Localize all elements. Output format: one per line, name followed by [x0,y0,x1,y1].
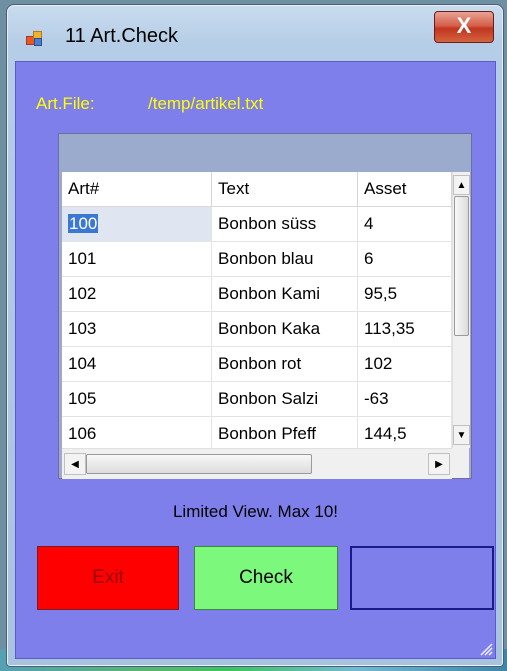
article-grid[interactable]: Art# Text Asset 100 Bonbon süss 4 101 Bonbon… [58,133,472,479]
text-cell[interactable]: Bonbon Pfeff [212,417,358,451]
arrow-right-icon[interactable]: ▶ [428,453,450,475]
arrow-down-icon[interactable]: ▼ [453,425,470,445]
scrollbar-corner [452,448,469,478]
art-number-cell[interactable]: 104 [62,347,212,381]
text-cell[interactable]: Bonbon blau [212,242,358,276]
close-button[interactable]: X [434,11,494,43]
text-cell[interactable]: Bonbon Kami [212,277,358,311]
column-header-art[interactable]: Art# [62,172,212,206]
horizontal-scroll-thumb[interactable] [86,454,312,474]
art-number-cell[interactable]: 105 [62,382,212,416]
vertical-scroll-thumb[interactable] [454,196,469,336]
asset-cell[interactable]: 95,5 [358,277,452,311]
table-row[interactable]: 104 Bonbon rot 102 [62,347,452,382]
horizontal-scrollbar[interactable]: ◀ ▶ [62,448,452,479]
art-number-cell[interactable]: 101 [62,242,212,276]
text-cell[interactable]: Bonbon süss [212,207,358,241]
art-file-label: Art.File: [36,94,95,113]
asset-cell[interactable]: 144,5 [358,417,452,451]
art-number-cell[interactable]: 106 [62,417,212,451]
asset-cell[interactable]: 102 [358,347,452,381]
form-client-area: Art.File: /temp/artikel.txt Art# Text As… [15,61,496,659]
art-file-path: /temp/artikel.txt [148,94,264,113]
table-row[interactable]: 103 Bonbon Kaka 113,35 [62,312,452,347]
exit-button[interactable]: Exit [37,546,179,610]
window-title: 11 Art.Check [65,25,179,47]
grid-caption-bar [59,134,471,172]
column-header-asset[interactable]: Asset [358,172,452,206]
table-row[interactable]: 106 Bonbon Pfeff 144,5 [62,417,452,452]
app-icon[interactable] [26,30,42,46]
close-icon: X [456,13,472,38]
text-cell[interactable]: Bonbon Kaka [212,312,358,346]
table-row[interactable]: 102 Bonbon Kami 95,5 [62,277,452,312]
title-bar[interactable]: 11 Art.Check X [7,5,503,53]
column-header-row: Art# Text Asset [62,172,452,207]
resize-grip-icon[interactable] [479,642,493,656]
art-number-cell[interactable]: 102 [62,277,212,311]
table-row[interactable]: 101 Bonbon blau 6 [62,242,452,277]
asset-cell[interactable]: -63 [358,382,452,416]
grid-rows: 100 Bonbon süss 4 101 Bonbon blau 6 102 Bonbon … [62,207,452,452]
art-number-cell[interactable]: 100 [62,207,212,241]
asset-cell[interactable]: 113,35 [358,312,452,346]
asset-cell[interactable]: 4 [358,207,452,241]
text-cell[interactable]: Bonbon Salzi [212,382,358,416]
limited-view-label: Limited View. Max 10! [172,502,339,521]
text-cell[interactable]: Bonbon rot [212,347,358,381]
check-button[interactable]: Check [194,546,338,610]
grid-view[interactable]: Art# Text Asset 100 Bonbon süss 4 101 Bonbon… [62,172,470,479]
art-number-cell[interactable]: 103 [62,312,212,346]
column-header-text[interactable]: Text [212,172,358,206]
arrow-left-icon[interactable]: ◀ [64,453,86,475]
vertical-scrollbar[interactable]: ▲ ▼ [452,172,470,448]
app-window: 11 Art.Check X Art.File: /temp/artikel.t… [6,4,504,667]
asset-cell[interactable]: 6 [358,242,452,276]
table-row[interactable]: 105 Bonbon Salzi -63 [62,382,452,417]
table-row[interactable]: 100 Bonbon süss 4 [62,207,452,242]
unlabeled-button[interactable] [350,546,494,610]
arrow-up-icon[interactable]: ▲ [453,175,470,195]
